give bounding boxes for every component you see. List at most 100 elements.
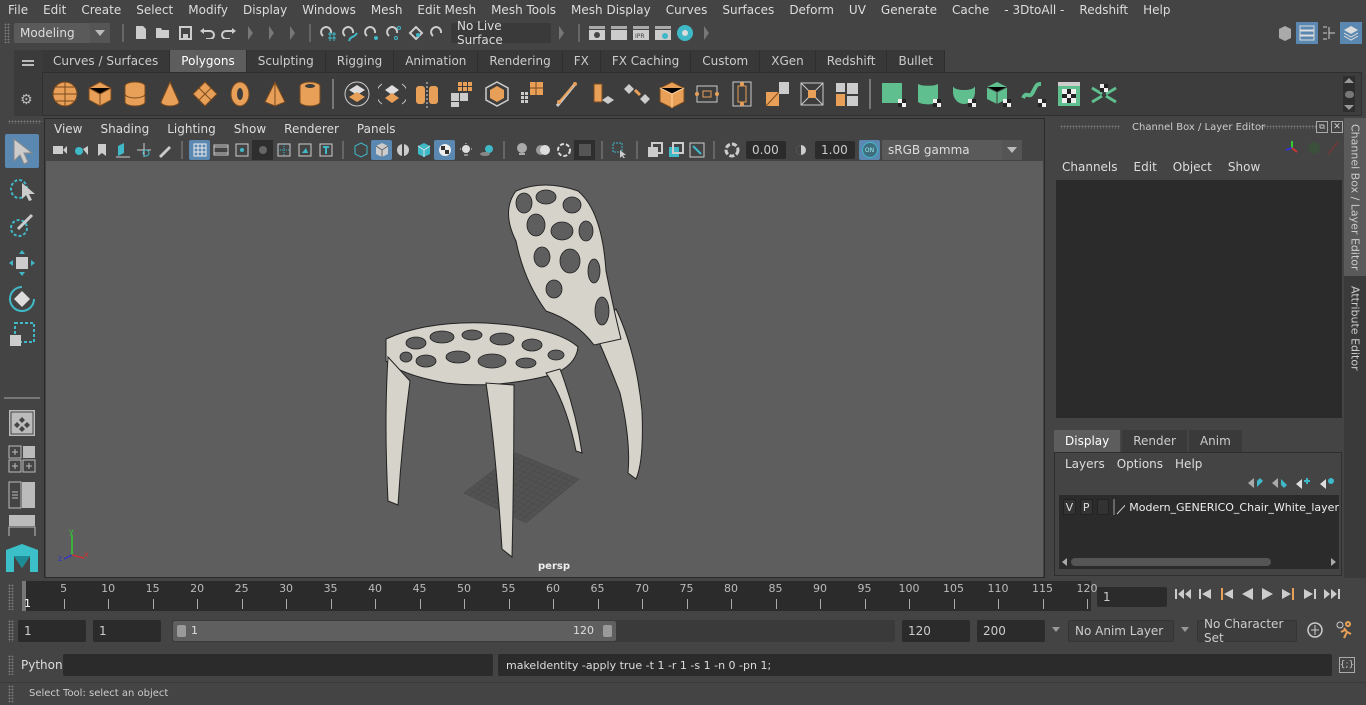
collapse-arrow[interactable] (559, 25, 564, 40)
layer-visibility-toggle[interactable]: V (1063, 499, 1076, 515)
collapse-arrow[interactable] (290, 25, 295, 40)
multi-cut-button[interactable] (549, 77, 584, 112)
range-start-handle[interactable] (177, 625, 186, 637)
layer-row[interactable]: V P Modern_GENERICO_Chair_White_layer (1059, 497, 1339, 517)
panel-menu-panels[interactable]: Panels (348, 122, 405, 136)
camera-attributes-icon[interactable] (70, 140, 91, 160)
panel-menu-shading[interactable]: Shading (91, 122, 158, 136)
anim-layer-dropdown-arrow-icon[interactable] (1052, 627, 1060, 632)
menu-surfaces[interactable]: Surfaces (714, 3, 781, 17)
scroll-thumb[interactable] (1071, 558, 1271, 566)
shelf-tab-custom[interactable]: Custom (691, 50, 761, 72)
snap-grid-icon[interactable] (317, 22, 339, 44)
menu-deform[interactable]: Deform (781, 3, 841, 17)
panel-grip[interactable] (1060, 125, 1120, 129)
ssao-icon[interactable] (644, 140, 665, 160)
append-to-polygon-button[interactable] (759, 77, 794, 112)
collapse-arrow[interactable] (248, 25, 253, 40)
poly-cylinder-button[interactable] (117, 77, 152, 112)
gamma-field[interactable]: 1.00 (815, 141, 855, 159)
layer-menu-layers[interactable]: Layers (1059, 457, 1111, 473)
menu-set-dropdown[interactable]: Modeling (14, 22, 110, 43)
menu-redshift[interactable]: Redshift (1071, 3, 1135, 17)
menu-uv[interactable]: UV (841, 3, 873, 17)
3d-viewport[interactable]: persp y x z (46, 161, 1043, 577)
persp-graph-layout-button[interactable] (5, 514, 39, 536)
menu-3dtoall[interactable]: - 3DtoAll - (996, 3, 1071, 17)
modeling-toolkit-icon[interactable] (1274, 22, 1296, 44)
uv-editor-button[interactable] (1051, 77, 1086, 112)
view-transform-dropdown[interactable]: sRGB gamma (882, 140, 1022, 160)
motion-blur-icon[interactable] (665, 140, 686, 160)
current-frame-field[interactable]: 1 (1097, 587, 1167, 607)
step-forward-key-icon[interactable] (1281, 587, 1297, 604)
shelf-tab-animation[interactable]: Animation (394, 50, 479, 72)
command-language-toggle[interactable]: Python (21, 658, 63, 672)
anti-aliasing-icon[interactable] (686, 140, 707, 160)
snap-point-icon[interactable] (361, 22, 383, 44)
textured-icon[interactable] (434, 140, 455, 160)
spherical-uv-button[interactable] (946, 77, 981, 112)
magnet-icon[interactable] (427, 22, 449, 44)
menu-curves[interactable]: Curves (658, 3, 715, 17)
mirror-button[interactable] (409, 77, 444, 112)
collapse-arrow[interactable] (269, 25, 274, 40)
playback-start-field[interactable]: 1 (93, 620, 161, 642)
channel-menu-object[interactable]: Object (1165, 160, 1220, 178)
channel-box-content[interactable] (1056, 180, 1342, 418)
image-plane-icon[interactable] (112, 140, 133, 160)
smooth-button[interactable] (444, 77, 479, 112)
menu-windows[interactable]: Windows (294, 3, 363, 17)
layer-color-swatch-icon[interactable] (1116, 499, 1126, 515)
layer-tab-display[interactable]: Display (1054, 430, 1121, 452)
panel-menu-view[interactable]: View (45, 122, 91, 136)
animation-preferences-icon[interactable] (1334, 620, 1354, 643)
snap-curve-icon[interactable] (339, 22, 361, 44)
menu-cache[interactable]: Cache (944, 3, 996, 17)
anim-layer-dropdown[interactable]: No Anim Layer (1068, 620, 1174, 642)
layer-playback-toggle[interactable]: P (1079, 499, 1093, 515)
panel-menu-show[interactable]: Show (225, 122, 275, 136)
smooth-shade-icon[interactable] (371, 140, 392, 160)
merge-vertex-button[interactable] (829, 77, 864, 112)
bridge-button[interactable] (619, 77, 654, 112)
select-tool-button[interactable] (5, 134, 39, 168)
render-settings-icon[interactable] (652, 22, 674, 44)
menu-select[interactable]: Select (128, 3, 180, 17)
menu-modify[interactable]: Modify (180, 3, 235, 17)
scroll-left-icon[interactable] (1062, 558, 1067, 566)
xray-icon[interactable] (511, 140, 532, 160)
edge-loop-button[interactable] (689, 77, 724, 112)
character-set-dropdown[interactable]: No Character Set (1197, 617, 1297, 645)
grid-toggle-icon[interactable] (189, 140, 210, 160)
select-camera-icon[interactable] (609, 140, 630, 160)
layer-menu-options[interactable]: Options (1111, 457, 1169, 473)
shelf-tab-bullet[interactable]: Bullet (887, 50, 946, 72)
float-panel-icon[interactable]: ⧉ (1316, 121, 1328, 133)
go-to-end-icon[interactable] (1323, 587, 1341, 604)
default-material-icon[interactable] (392, 140, 413, 160)
reduce-button[interactable] (514, 77, 549, 112)
shelf-tab-rigging[interactable]: Rigging (325, 50, 395, 72)
four-view-layout-button[interactable] (5, 442, 39, 476)
panel-menu-lighting[interactable]: Lighting (158, 122, 225, 136)
layer-tab-anim[interactable]: Anim (1188, 430, 1242, 452)
separate-button[interactable] (374, 77, 409, 112)
panel-grip[interactable] (1260, 125, 1316, 129)
gate-mask-icon[interactable] (252, 140, 273, 160)
field-chart-icon[interactable] (273, 140, 294, 160)
single-perspective-layout-button[interactable] (5, 406, 39, 440)
shelf-menu-icon[interactable] (22, 60, 34, 62)
xray-active-icon[interactable] (532, 140, 553, 160)
bookmark-icon[interactable] (91, 140, 112, 160)
new-layer-selected-icon[interactable] (1319, 477, 1335, 492)
exposure-icon[interactable] (721, 140, 742, 160)
gamma-icon[interactable] (790, 140, 811, 160)
poly-cube-button[interactable] (82, 77, 117, 112)
menu-help[interactable]: Help (1135, 3, 1177, 17)
auto-key-icon[interactable] (1306, 621, 1324, 642)
status-line-grip[interactable] (4, 22, 10, 43)
poly-pyramid-button[interactable] (257, 77, 292, 112)
shelf-scrollbar[interactable] (1343, 76, 1355, 112)
paint-select-tool-button[interactable] (5, 208, 39, 242)
